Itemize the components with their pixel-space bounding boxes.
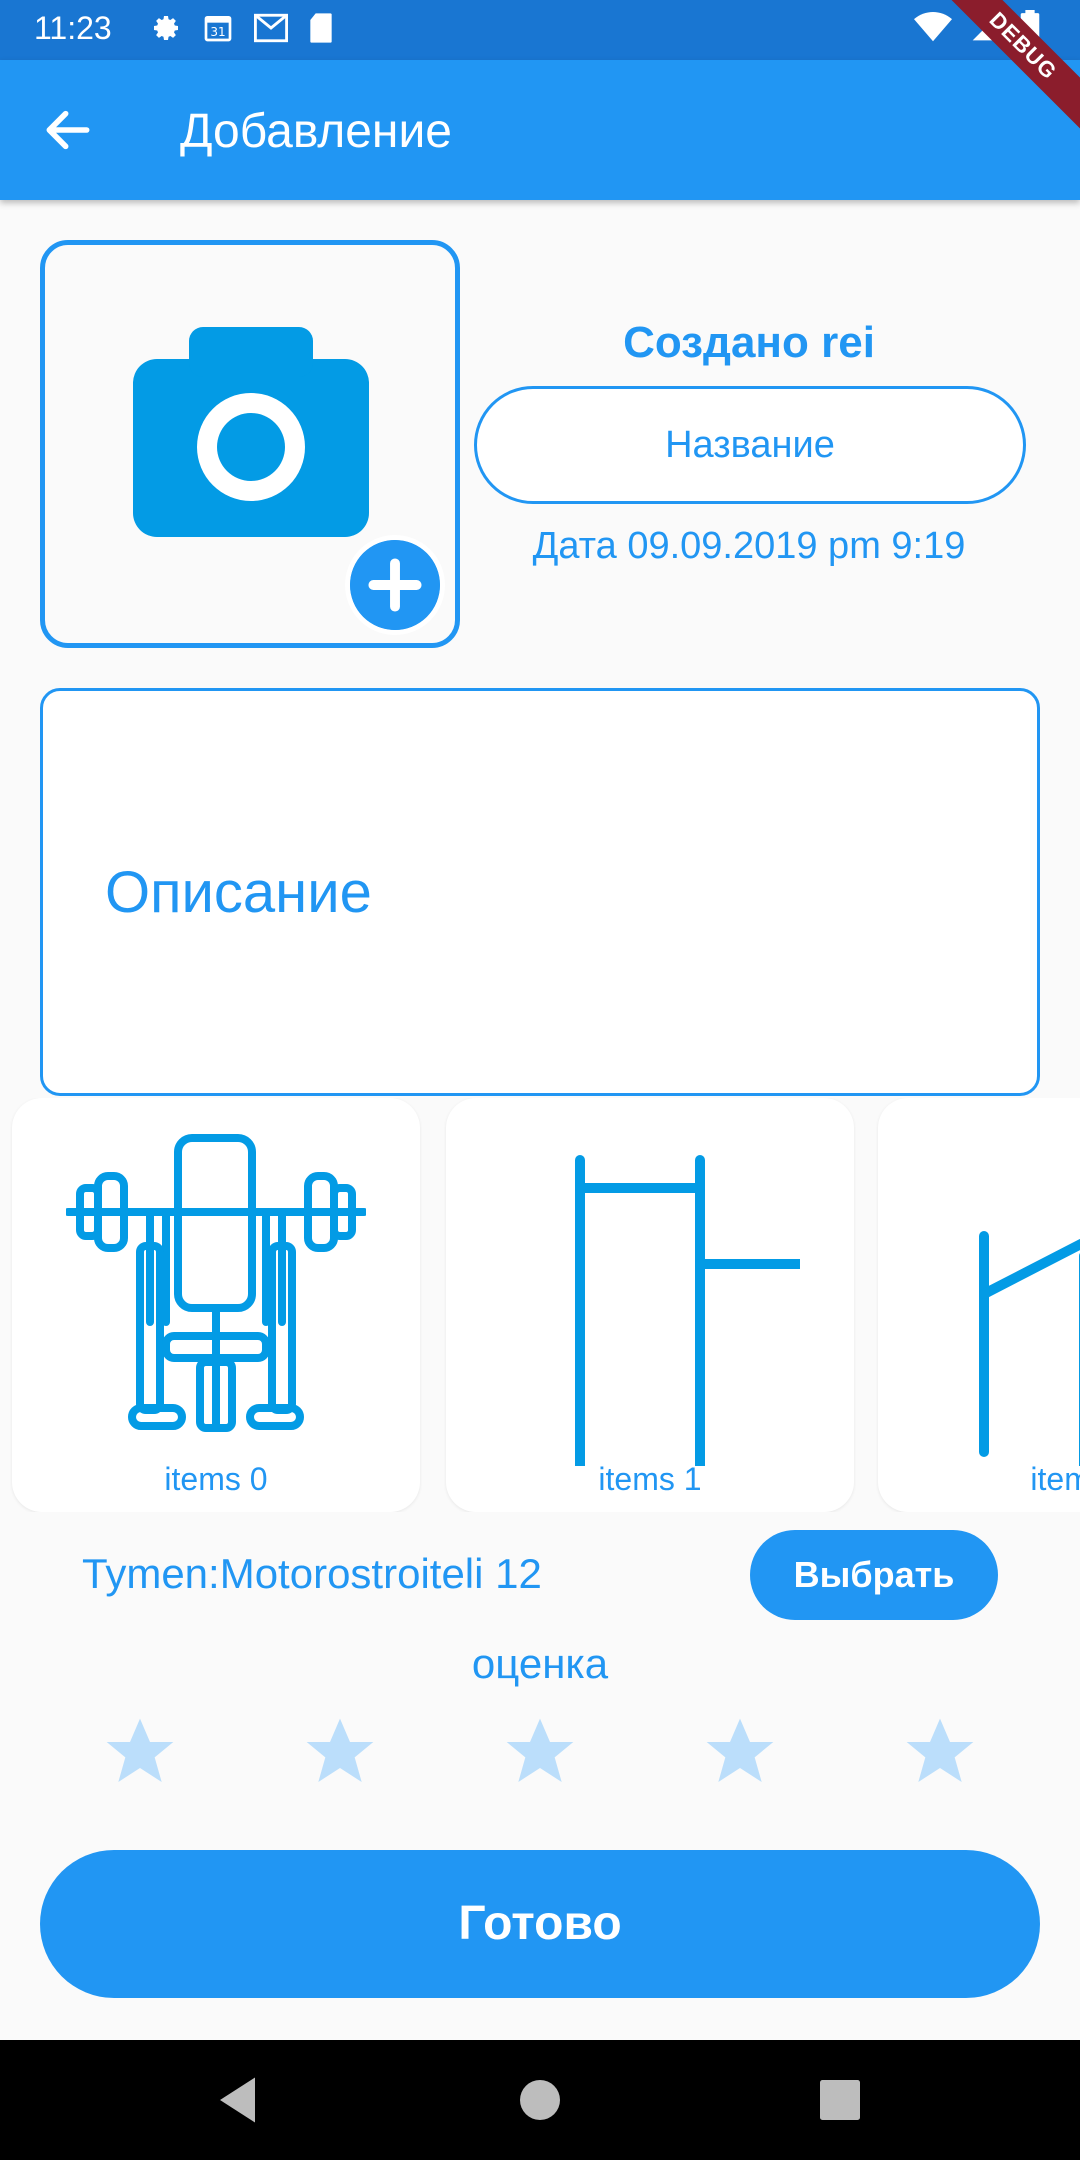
item-card-1[interactable]: items 1 — [446, 1098, 854, 1512]
item-label: items 1 — [598, 1461, 702, 1497]
description-input[interactable]: Описание — [40, 688, 1040, 1096]
app-bar: Добавление — [0, 60, 1080, 200]
pull-up-bars-icon — [575, 1155, 800, 1466]
system-nav-bar — [0, 2040, 1080, 2160]
parallel-bars-icon — [979, 1231, 1080, 1466]
nav-back-icon[interactable] — [210, 2070, 270, 2130]
sd-card-icon — [310, 13, 332, 43]
gmail-icon — [254, 13, 288, 43]
nav-home-icon[interactable] — [510, 2070, 570, 2130]
camera-icon — [133, 327, 369, 537]
star-icon[interactable] — [100, 1712, 180, 1792]
calendar-icon: 31 — [204, 15, 232, 42]
photo-picker[interactable] — [40, 240, 460, 648]
svg-text:31: 31 — [210, 25, 225, 39]
status-bar: 11:23 31 — [0, 0, 1080, 60]
add-photo-button[interactable] — [345, 535, 445, 635]
name-input[interactable]: Название — [474, 386, 1026, 504]
rating-stars[interactable] — [100, 1712, 980, 1792]
rating-label: оценка — [471, 1640, 609, 1687]
status-notification-icons: 31 — [150, 12, 334, 44]
star-icon[interactable] — [900, 1712, 980, 1792]
choose-location-button[interactable]: Выбрать — [750, 1530, 998, 1620]
item-card-2[interactable]: items 2 — [878, 1098, 1080, 1512]
bench-press-icon — [66, 1134, 366, 1432]
status-time: 11:23 — [34, 10, 112, 46]
item-label: items 2 — [1030, 1461, 1080, 1497]
equipment-carousel[interactable]: items 0 items 1 items 2 — [0, 1098, 1080, 1512]
date-label: Дата 09.09.2019 pm 9:19 — [532, 525, 966, 567]
created-by-label: Создано rei — [623, 318, 875, 367]
star-icon[interactable] — [500, 1712, 580, 1792]
done-button[interactable]: Готово — [40, 1850, 1040, 1998]
nav-recents-icon[interactable] — [810, 2070, 870, 2130]
item-label: items 0 — [164, 1461, 268, 1497]
wifi-icon — [914, 11, 952, 42]
page-title: Добавление — [180, 105, 452, 158]
star-icon[interactable] — [300, 1712, 380, 1792]
description-placeholder: Описание — [105, 860, 372, 925]
location-address: Tymen:Motorostroiteli 12 — [82, 1550, 542, 1597]
item-card-0[interactable]: items 0 — [12, 1098, 420, 1512]
settings-icon — [154, 16, 178, 40]
star-icon[interactable] — [700, 1712, 780, 1792]
back-arrow-icon[interactable] — [40, 102, 96, 158]
